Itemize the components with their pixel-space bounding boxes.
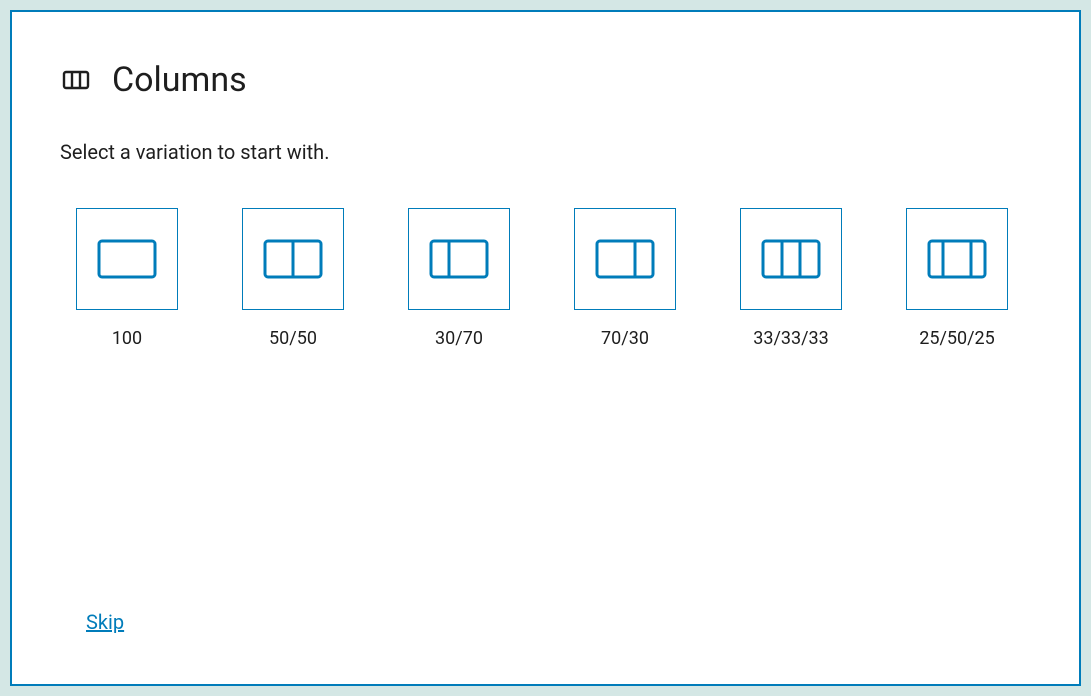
variation-70-30-icon: [574, 208, 676, 310]
variation-33-33-33-icon: [740, 208, 842, 310]
variation-label: 50/50: [269, 328, 317, 349]
variation-25-50-25-icon: [906, 208, 1008, 310]
block-title: Columns: [112, 60, 247, 100]
variation-70-30[interactable]: 70/30: [574, 208, 676, 349]
variation-30-70[interactable]: 30/70: [408, 208, 510, 349]
skip-button[interactable]: Skip: [86, 610, 124, 634]
variation-picker: 100 50/50 30/70: [76, 208, 1031, 349]
variation-25-50-25[interactable]: 25/50/25: [906, 208, 1008, 349]
variation-50-50-icon: [242, 208, 344, 310]
variation-label: 33/33/33: [753, 328, 829, 349]
variation-33-33-33[interactable]: 33/33/33: [740, 208, 842, 349]
columns-icon: [60, 64, 92, 96]
variation-30-70-icon: [408, 208, 510, 310]
variation-100-icon: [76, 208, 178, 310]
variation-label: 100: [112, 328, 142, 349]
variation-50-50[interactable]: 50/50: [242, 208, 344, 349]
variation-label: 25/50/25: [919, 328, 995, 349]
variation-100[interactable]: 100: [76, 208, 178, 349]
variation-label: 30/70: [435, 328, 483, 349]
instruction-text: Select a variation to start with.: [60, 140, 1031, 164]
header: Columns: [60, 60, 1031, 100]
variation-label: 70/30: [601, 328, 649, 349]
columns-block-placeholder: Columns Select a variation to start with…: [10, 10, 1081, 686]
